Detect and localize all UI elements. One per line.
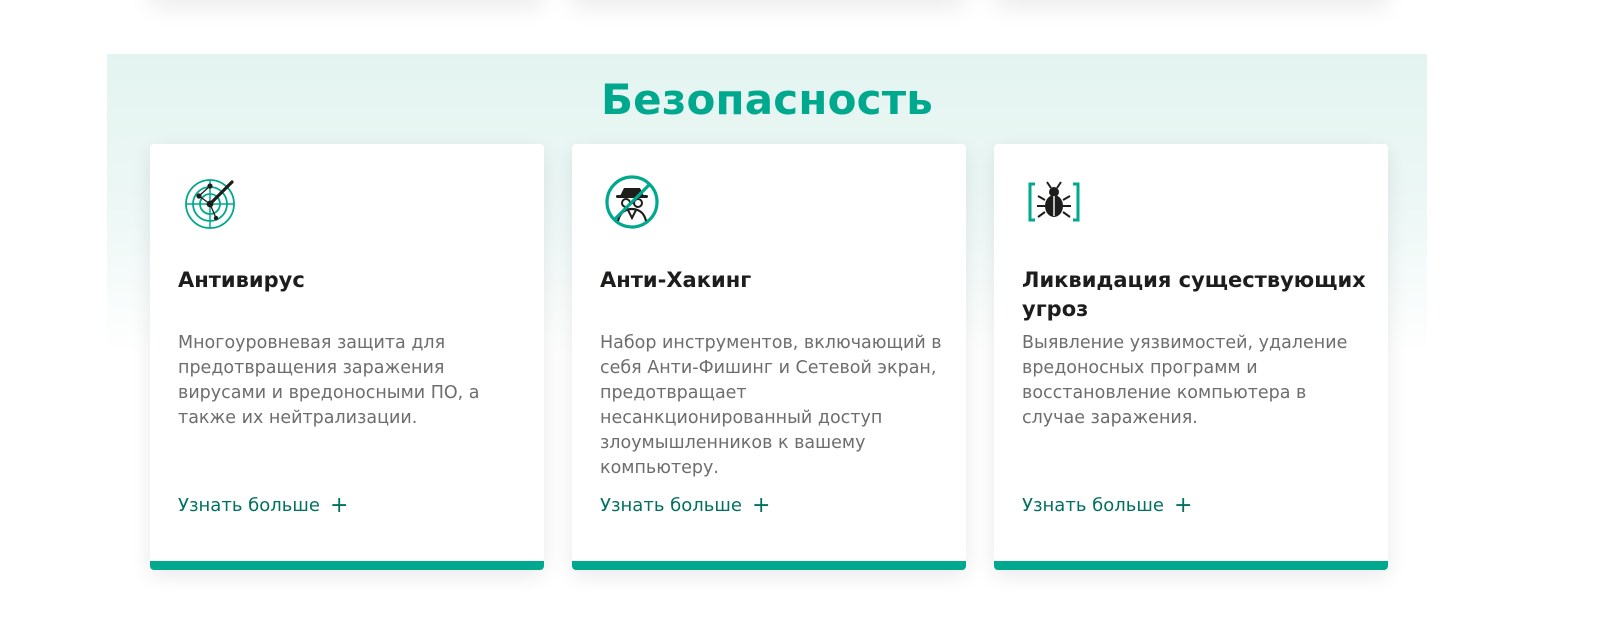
page: Безопасность Антивирус Многоуровневая за… <box>0 0 1607 643</box>
section-title: Безопасность <box>600 75 934 124</box>
link-label: Узнать больше <box>1022 495 1164 516</box>
learn-more-link-antivirus[interactable]: Узнать больше + <box>178 494 348 518</box>
feature-card-antivirus: Антивирус Многоуровневая защита для пред… <box>150 144 544 570</box>
card-description: Многоуровневая защита для предотвращения… <box>178 333 480 428</box>
radar-icon <box>182 174 238 230</box>
anti-hacker-icon <box>604 174 660 230</box>
learn-more-link-anti-hacking[interactable]: Узнать больше + <box>600 494 770 518</box>
card-description: Выявление уязвимостей, удаление вредонос… <box>1022 333 1348 428</box>
learn-more-link-threat-removal[interactable]: Узнать больше + <box>1022 494 1192 518</box>
plus-icon: + <box>329 493 349 518</box>
bug-in-brackets-icon <box>1026 174 1082 230</box>
feature-card-anti-hacking: Анти-Хакинг Набор инструментов, включающ… <box>572 144 966 570</box>
plus-icon: + <box>751 493 771 518</box>
link-label: Узнать больше <box>600 495 742 516</box>
feature-card-threat-removal: Ликвидация существующих угроз Выявление … <box>994 144 1388 570</box>
card-title: Анти-Хакинг <box>600 268 752 292</box>
plus-icon: + <box>1173 493 1193 518</box>
card-title: Антивирус <box>178 268 305 292</box>
card-description: Набор инструментов, включающий в себя Ан… <box>600 333 942 478</box>
link-label: Узнать больше <box>178 495 320 516</box>
card-title: Ликвидация существующих угроз <box>1022 268 1366 321</box>
